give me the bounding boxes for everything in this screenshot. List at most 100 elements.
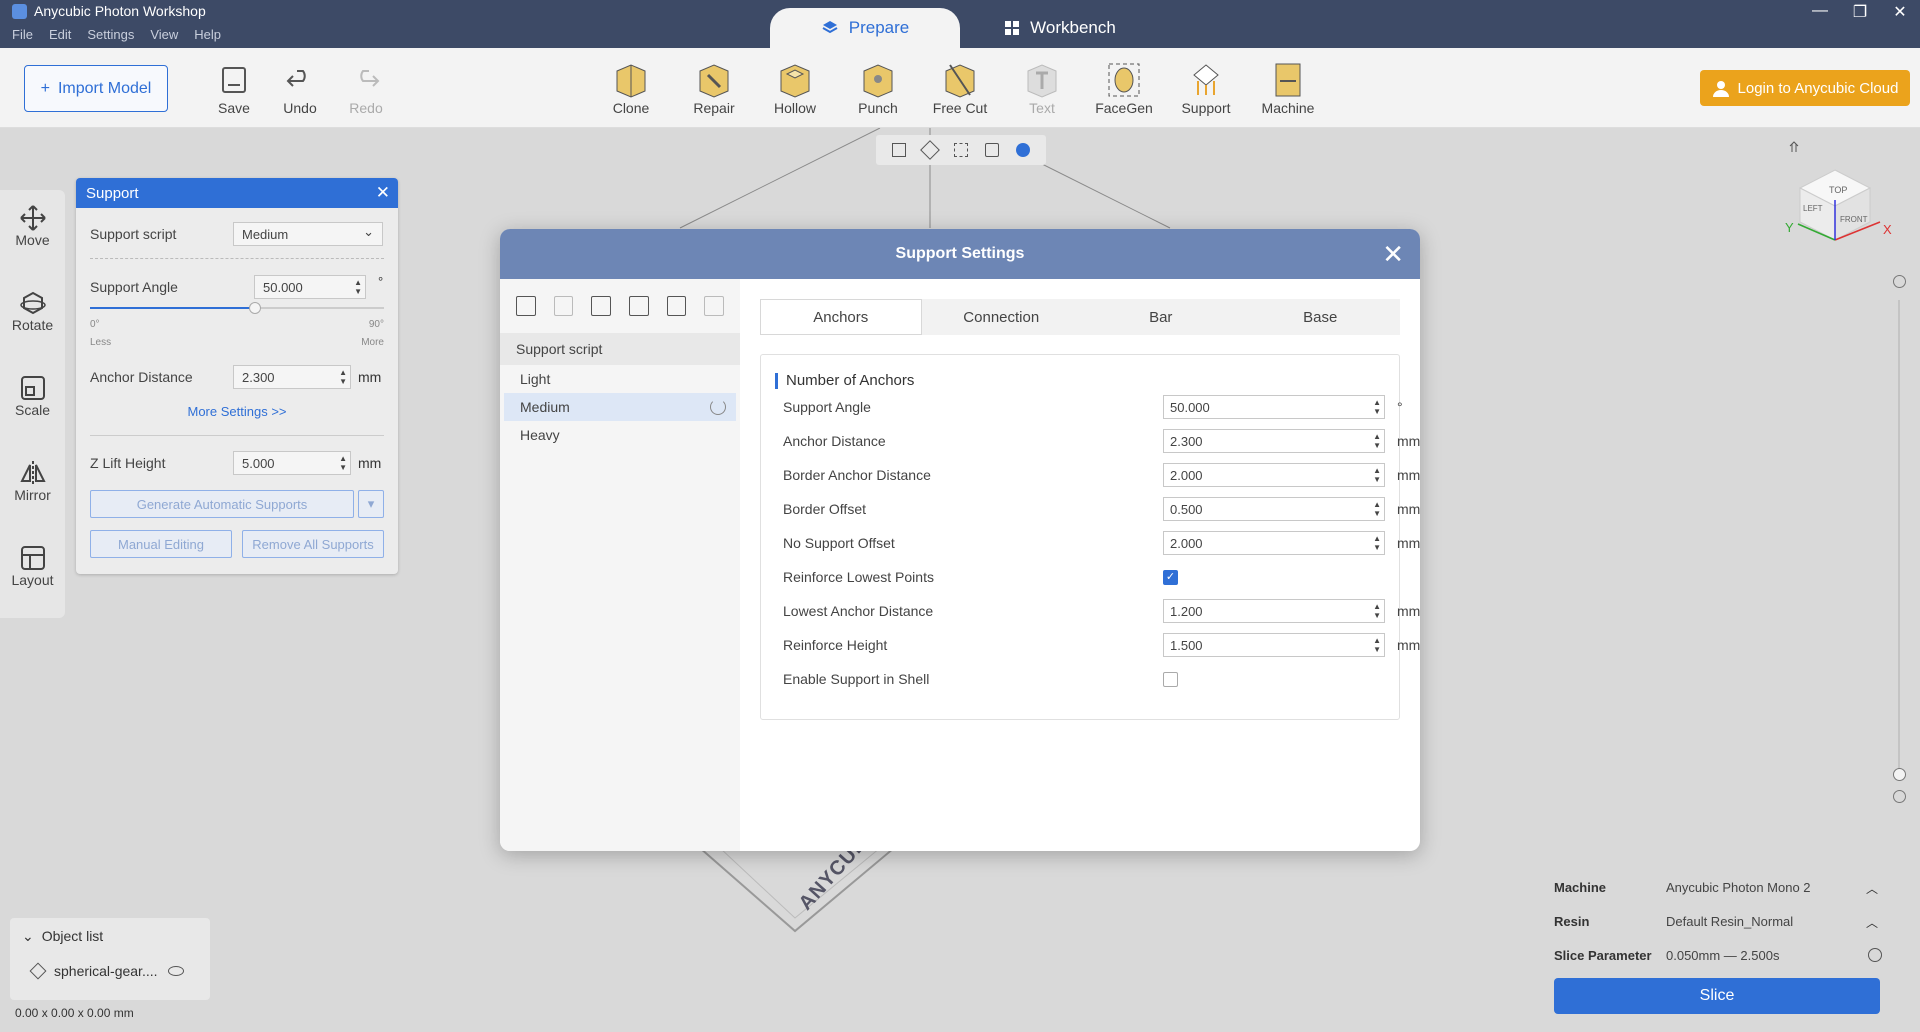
- login-button[interactable]: Login to Anycubic Cloud: [1700, 70, 1910, 106]
- layout-tool[interactable]: Layout: [0, 544, 65, 588]
- list-item[interactable]: spherical-gear....: [29, 962, 184, 980]
- slice-button[interactable]: Slice: [1554, 978, 1880, 1014]
- view-iso-icon[interactable]: [920, 140, 941, 160]
- menu-help[interactable]: Help: [194, 27, 221, 42]
- redo-button[interactable]: Redo: [331, 60, 401, 116]
- anchor-distance-input[interactable]: 2.300 ▲ ▼: [233, 365, 351, 389]
- angle-slider[interactable]: [90, 302, 384, 314]
- object-list-header[interactable]: ⌄ Object list: [22, 928, 103, 945]
- machine-button[interactable]: Machine: [1253, 60, 1323, 116]
- tab-anchors[interactable]: Anchors: [760, 299, 922, 335]
- home-icon[interactable]: [1789, 141, 1799, 152]
- view-render-icon[interactable]: [1015, 143, 1030, 157]
- spinner-icon[interactable]: ▲ ▼: [339, 454, 347, 472]
- free-cut-button[interactable]: Free Cut: [925, 60, 995, 116]
- border-anchor-distance-field[interactable]: 2.000 ▲ ▼: [1163, 463, 1385, 487]
- border-offset-field[interactable]: 0.500 ▲ ▼: [1163, 497, 1385, 521]
- import-model-button[interactable]: + Import Model: [24, 65, 168, 112]
- z-lift-input[interactable]: 5.000 ▲ ▼: [233, 451, 351, 475]
- more-settings-link[interactable]: More Settings >>: [76, 404, 398, 419]
- manual-editing-button[interactable]: Manual Editing: [90, 530, 232, 558]
- tab-workbench[interactable]: Workbench: [980, 8, 1140, 48]
- chevron-down-icon[interactable]: [1893, 275, 1906, 288]
- chevron-up-icon[interactable]: ︿: [1866, 914, 1878, 931]
- close-window-icon[interactable]: ✕: [1890, 2, 1910, 22]
- reset-icon[interactable]: [710, 399, 726, 415]
- undo-button[interactable]: Undo: [265, 60, 335, 116]
- punch-button[interactable]: Punch: [843, 60, 913, 116]
- facegen-button[interactable]: FaceGen: [1089, 60, 1159, 116]
- menu-edit[interactable]: Edit: [49, 27, 71, 42]
- restore-icon[interactable]: ❐: [1850, 2, 1870, 22]
- angle-slider-handle[interactable]: [248, 302, 261, 314]
- menu-view[interactable]: View: [150, 27, 178, 42]
- spinner-icon[interactable]: ▲ ▼: [354, 278, 362, 296]
- view-cube[interactable]: TOP LEFT FRONT X Y: [1770, 140, 1910, 280]
- enable-support-in-shell-checkbox[interactable]: [1163, 671, 1178, 687]
- text-button[interactable]: Text: [1007, 60, 1077, 116]
- eye-icon[interactable]: [167, 966, 184, 976]
- tab-prepare[interactable]: Prepare: [770, 8, 960, 48]
- no-support-offset-field[interactable]: 2.000 ▲ ▼: [1163, 531, 1385, 555]
- close-icon[interactable]: ✕: [376, 183, 390, 203]
- generate-supports-button[interactable]: Generate Automatic Supports: [90, 490, 354, 518]
- minimize-icon[interactable]: —: [1810, 2, 1830, 22]
- lowest-anchor-distance-field[interactable]: 1.200 ▲ ▼: [1163, 599, 1385, 623]
- tab-bar[interactable]: Bar: [1081, 299, 1241, 335]
- delete-script-icon[interactable]: [704, 296, 725, 316]
- hollow-button[interactable]: Hollow: [760, 60, 830, 116]
- layer-slider-handle[interactable]: [1893, 768, 1906, 781]
- anchor-distance-field[interactable]: 2.300 ▲ ▼: [1163, 429, 1385, 453]
- reinforce-height-field[interactable]: 1.500 ▲ ▼: [1163, 633, 1385, 657]
- copy-script-icon[interactable]: [666, 296, 687, 316]
- spinner-icon[interactable]: ▲ ▼: [1373, 636, 1381, 654]
- settings-icon[interactable]: [1868, 948, 1882, 962]
- export-script-icon[interactable]: [629, 296, 649, 316]
- support-angle-input[interactable]: 50.000 ▲ ▼: [254, 275, 366, 299]
- reinforce-lowest-checkbox[interactable]: ✓: [1163, 569, 1178, 585]
- spinner-icon[interactable]: ▲ ▼: [1373, 534, 1381, 552]
- spinner-icon[interactable]: ▲ ▼: [339, 368, 347, 386]
- script-item-heavy[interactable]: Heavy: [500, 421, 740, 449]
- rotate-tool[interactable]: Rotate: [0, 289, 65, 333]
- layer-slider[interactable]: [1898, 300, 1900, 770]
- machine-row[interactable]: Machine Anycubic Photon Mono 2 ︿: [1554, 880, 1904, 897]
- remove-supports-button[interactable]: Remove All Supports: [242, 530, 384, 558]
- view-select-icon[interactable]: [984, 143, 999, 157]
- move-tool[interactable]: Move: [0, 204, 65, 248]
- spinner-icon[interactable]: ▲ ▼: [1373, 432, 1381, 450]
- chevron-up-icon[interactable]: ︿: [1866, 880, 1878, 897]
- script-item-medium[interactable]: Medium: [504, 393, 736, 421]
- generate-dropdown-button[interactable]: ▾: [358, 490, 384, 518]
- scale-tool[interactable]: Scale: [0, 374, 65, 418]
- resin-row[interactable]: Resin Default Resin_Normal ︿: [1554, 914, 1904, 931]
- setting-label: No Support Offset: [783, 535, 895, 551]
- close-icon[interactable]: ✕: [1382, 239, 1404, 270]
- tab-connection[interactable]: Connection: [922, 299, 1082, 335]
- view-wire-icon[interactable]: [953, 143, 968, 157]
- slider-more-label: More: [361, 337, 384, 348]
- spinner-icon[interactable]: ▲ ▼: [1373, 398, 1381, 416]
- add-script-icon[interactable]: [516, 296, 536, 316]
- view-front-icon[interactable]: [892, 143, 907, 157]
- mirror-tool[interactable]: Mirror: [0, 459, 65, 503]
- script-item-light[interactable]: Light: [500, 365, 740, 393]
- repair-button[interactable]: Repair: [679, 60, 749, 116]
- support-angle-value: 50.000: [263, 279, 303, 295]
- tab-base[interactable]: Base: [1241, 299, 1401, 335]
- import-script-icon[interactable]: [591, 296, 612, 316]
- support-button[interactable]: Support: [1171, 60, 1241, 116]
- clone-button[interactable]: Clone: [596, 60, 666, 116]
- menu-file[interactable]: File: [12, 27, 33, 42]
- setting-label: Reinforce Height: [783, 637, 888, 653]
- spinner-icon[interactable]: ▲ ▼: [1373, 602, 1381, 620]
- spinner-icon[interactable]: ▲ ▼: [1373, 500, 1381, 518]
- save-button[interactable]: Save: [199, 60, 269, 116]
- spinner-icon[interactable]: ▲ ▼: [1373, 466, 1381, 484]
- support-angle-field[interactable]: 50.000 ▲ ▼: [1163, 395, 1385, 419]
- rename-script-icon[interactable]: [553, 296, 574, 316]
- support-script-select[interactable]: Medium ⌄: [233, 222, 383, 246]
- menu-settings[interactable]: Settings: [87, 27, 134, 42]
- chevron-up-icon[interactable]: [1893, 790, 1906, 803]
- view-toolbar: [876, 135, 1046, 165]
